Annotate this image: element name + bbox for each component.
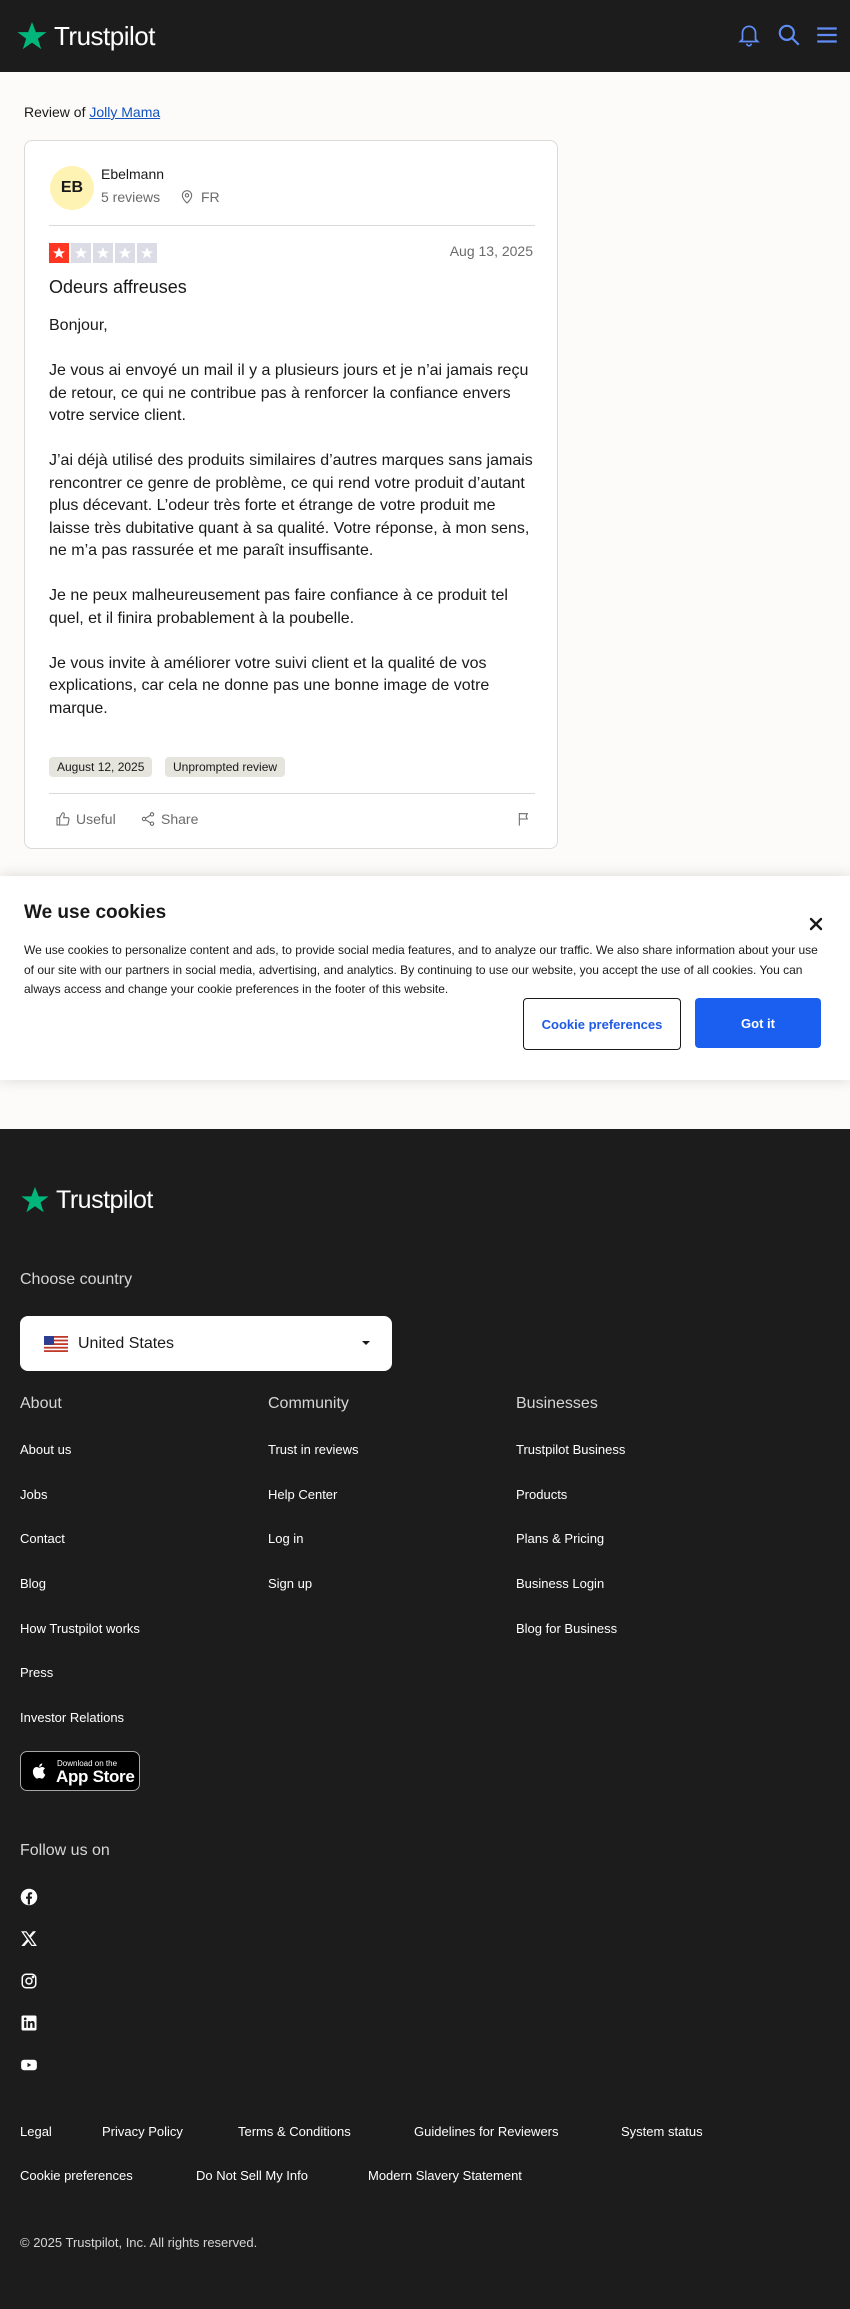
cookie-text: We use cookies to personalize content an… [24,943,818,996]
star-empty-icon [115,243,135,263]
useful-label: Useful [76,811,116,827]
footer: Trustpilot Choose country United States … [0,1129,850,2309]
location-pin-icon [181,190,193,204]
trustpilot-star-icon [17,22,47,50]
thumbs-up-icon [56,812,70,826]
trustpilot-logo[interactable]: Trustpilot [16,20,155,52]
copyright: © 2025 Trustpilot, Inc. All rights reser… [20,2235,258,2250]
logo-text: Trustpilot [56,1185,153,1214]
top-navigation-bar: Trustpilot [0,0,850,72]
choose-country-label: Choose country [20,1271,133,1288]
cookie-title: We use cookies [24,902,167,923]
follow-us-label: Follow us on [20,1842,110,1859]
footer-link[interactable]: Jobs [20,1487,47,1502]
review-paragraph: Bonjour, [49,317,108,334]
apple-icon [32,1763,46,1779]
footer-link[interactable]: Log in [268,1531,303,1546]
company-link[interactable]: Jolly Mama [89,104,160,120]
app-store-big-text: App Store [56,1767,135,1786]
selected-country: United States [78,1334,175,1352]
footer-link[interactable]: Products [516,1487,567,1502]
chevron-down-icon [362,1341,370,1345]
linkedin-icon[interactable] [20,2014,38,2032]
reviewer-name[interactable]: Ebelmann [101,166,164,182]
useful-button[interactable]: Useful [55,811,116,827]
footer-column-businesses-title: Businesses [516,1395,598,1412]
youtube-icon[interactable] [20,2056,38,2074]
footer-link[interactable]: Blog for Business [516,1621,617,1636]
country-code: FR [201,189,220,205]
footer-link[interactable]: Business Login [516,1576,604,1591]
logo-text: Trustpilot [54,20,155,51]
footer-bottom-link[interactable]: System status [621,2124,703,2139]
share-icon [141,812,155,826]
footer-link[interactable]: Trustpilot Business [516,1442,625,1457]
star-empty-icon [71,243,91,263]
footer-link[interactable]: Trust in reviews [268,1442,359,1457]
unprompted-review-badge[interactable]: Unprompted review [165,757,286,777]
reviewer-review-count: 5 reviews [101,189,161,205]
footer-link[interactable]: How Trustpilot works [20,1621,140,1636]
footer-link[interactable]: Contact [20,1531,65,1546]
footer-link[interactable]: About us [20,1442,71,1457]
footer-link[interactable]: Sign up [268,1576,312,1591]
share-label: Share [161,811,199,827]
review-paragraph: Je vous ai envoyé un mail il y a plusieu… [49,362,529,424]
footer-bottom-link[interactable]: Modern Slavery Statement [368,2168,522,2183]
footer-link[interactable]: Blog [20,1576,46,1591]
trustpilot-star-icon [21,1186,49,1213]
instagram-icon[interactable] [20,1972,38,1990]
share-button[interactable]: Share [140,811,198,827]
footer-logo[interactable]: Trustpilot [20,1185,153,1215]
close-icon[interactable] [808,916,824,932]
us-flag-icon [44,1335,68,1352]
footer-bottom-link[interactable]: Do Not Sell My Info [196,2168,308,2183]
review-date: Aug 13, 2025 [449,243,533,259]
card-divider [49,225,535,226]
footer-bottom-link[interactable]: Terms & Conditions [238,2124,351,2139]
footer-link[interactable]: Investor Relations [20,1710,124,1725]
reviewer-country: FR [179,189,220,205]
experience-date-badge: August 12, 2025 [49,757,153,777]
bell-icon[interactable] [736,22,762,48]
review-title[interactable]: Odeurs affreuses [49,277,187,298]
star-rating [49,243,157,263]
x-icon[interactable] [20,1930,38,1948]
flag-icon[interactable] [516,811,532,827]
avatar[interactable]: EB [50,166,94,210]
footer-link[interactable]: Press [20,1665,53,1680]
review-of-line: Review of Jolly Mama [24,104,160,120]
star-empty-icon [137,243,157,263]
review-body: Bonjour, Je vous ai envoyé un mail il y … [49,315,537,743]
review-card: EB Ebelmann 5 reviews FR Aug 13, 2025 Od… [24,140,558,849]
review-paragraph: J’ai déjà utilisé des produits similaire… [49,452,533,559]
star-empty-icon [93,243,113,263]
footer-column-community-title: Community [268,1395,349,1412]
footer-bottom-link[interactable]: Guidelines for Reviewers [414,2124,559,2139]
app-store-badge[interactable]: Download on the App Store [20,1751,140,1791]
cookie-banner: We use cookies We use cookies to persona… [0,876,850,1080]
footer-link[interactable]: Help Center [268,1487,337,1502]
review-paragraph: Je ne peux malheureusement pas faire con… [49,587,508,627]
footer-column-about-title: About [20,1395,62,1412]
footer-bottom-link[interactable]: Legal [20,2124,52,2139]
review-paragraph: Je vous invite à améliorer votre suivi c… [49,654,490,717]
search-icon[interactable] [776,22,802,48]
star-filled-icon [49,243,69,263]
footer-bottom-link[interactable]: Privacy Policy [102,2124,183,2139]
menu-icon[interactable] [814,22,840,48]
card-divider [49,793,535,794]
facebook-icon[interactable] [20,1888,38,1906]
footer-link[interactable]: Plans & Pricing [516,1531,604,1546]
got-it-button[interactable]: Got it [695,998,821,1048]
review-of-prefix: Review of [24,104,86,120]
footer-bottom-link[interactable]: Cookie preferences [20,2168,133,2183]
country-select[interactable]: United States [20,1316,392,1371]
cookie-preferences-button[interactable]: Cookie preferences [523,998,681,1050]
